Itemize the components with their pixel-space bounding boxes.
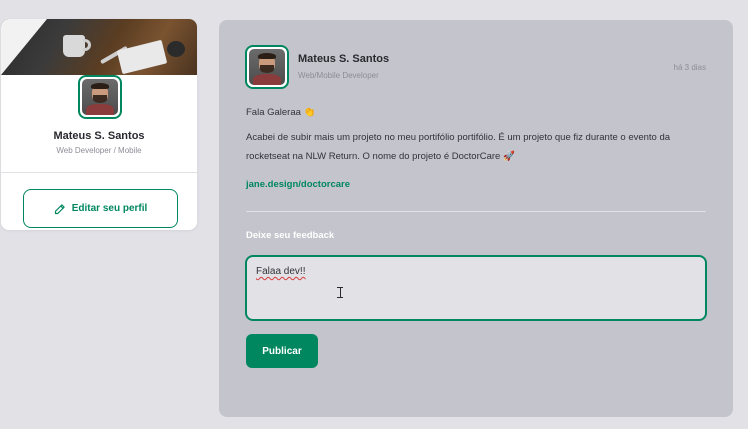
feedback-textarea[interactable]: Falaa dev!! [245, 255, 707, 321]
profile-sidebar: Mateus S. Santos Web Developer / Mobile … [1, 19, 197, 230]
profile-name: Mateus S. Santos [53, 130, 145, 142]
post-paragraph: Fala Galeraa 👏 [246, 107, 316, 118]
sidebar-divider [1, 172, 197, 173]
pencil-icon [54, 203, 66, 215]
post-card: Mateus S. Santos Web/Mobile Developer há… [219, 20, 733, 417]
edit-profile-label: Editar seu perfil [71, 203, 148, 214]
post-timestamp: há 3 dias [673, 63, 706, 72]
post-paragraph: Acabei de subir mais um projeto no meu p… [246, 132, 671, 162]
post-author-role: Web/Mobile Developer [298, 71, 379, 80]
publish-button[interactable]: Publicar [246, 334, 318, 368]
text-cursor-icon [337, 287, 343, 298]
profile-avatar [78, 75, 122, 119]
post-author-name: Mateus S. Santos [298, 53, 390, 65]
profile-cover-image [1, 19, 197, 75]
post-author-avatar[interactable] [245, 45, 289, 89]
post-link[interactable]: jane.design/doctorcare [246, 179, 350, 190]
feedback-text: Falaa dev!! [256, 266, 306, 277]
feedback-title: Deixe seu feedback [246, 230, 335, 241]
profile-role: Web Developer / Mobile [56, 146, 142, 155]
edit-profile-button[interactable]: Editar seu perfil [23, 189, 178, 228]
post-divider [246, 211, 706, 212]
